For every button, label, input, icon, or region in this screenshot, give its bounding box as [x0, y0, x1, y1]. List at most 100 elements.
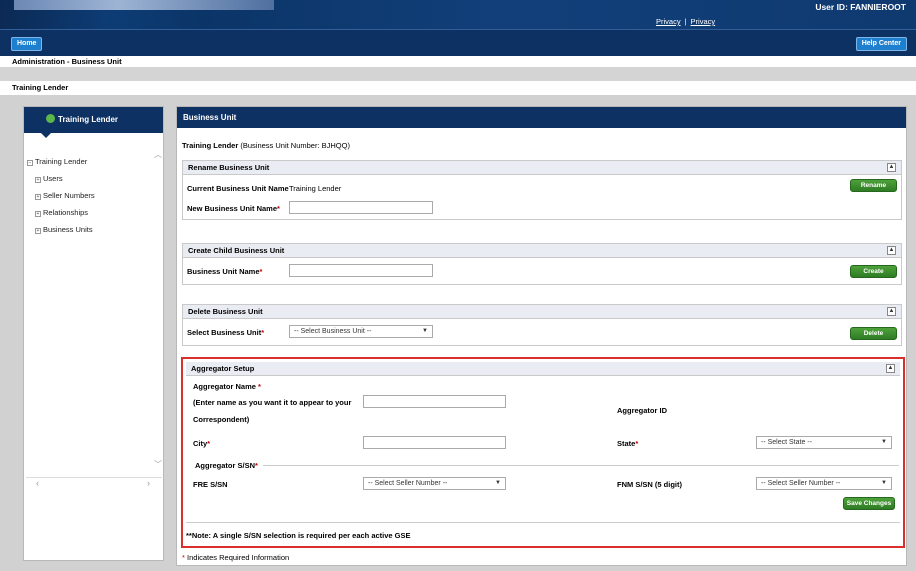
- aggregator-name-hint-2: Correspondent): [193, 415, 250, 424]
- collapse-section-icon[interactable]: ▲: [887, 163, 896, 172]
- scroll-down-icon[interactable]: ﹀: [154, 459, 162, 470]
- required-footnote: * Indicates Required Information: [182, 553, 289, 562]
- dropdown-arrow-icon: ▼: [495, 480, 501, 486]
- tree-item-users[interactable]: + Users: [35, 174, 63, 183]
- tree-item-label[interactable]: Users: [43, 174, 63, 183]
- create-section-title: Create Child Business Unit: [188, 246, 285, 255]
- collapse-section-icon[interactable]: ▲: [886, 364, 895, 373]
- dropdown-arrow-icon: ▼: [881, 480, 887, 486]
- ssn-divider: [263, 465, 899, 466]
- required-mark: *: [277, 204, 280, 213]
- city-input[interactable]: [363, 436, 506, 449]
- divider-bar: [0, 67, 916, 81]
- privacy-link-2[interactable]: Privacy: [691, 17, 716, 26]
- child-name-label: Business Unit Name*: [187, 267, 262, 276]
- fnm-ssn-select-value: -- Select Seller Number --: [761, 480, 841, 487]
- fnm-ssn-label: FNM S/SN (5 digit): [617, 480, 682, 489]
- rename-button[interactable]: Rename: [850, 179, 897, 192]
- aggregator-ssn-label: Aggregator S/SN*: [195, 461, 258, 470]
- new-name-label: New Business Unit Name*: [187, 204, 280, 213]
- tree-vertical-scrollbar[interactable]: ︿ ﹀: [152, 139, 163, 476]
- tree-horizontal-scrollbar[interactable]: ‹ ›: [26, 477, 162, 489]
- tree-item-label[interactable]: Business Units: [43, 225, 93, 234]
- fre-ssn-select[interactable]: -- Select Seller Number -- ▼: [363, 477, 506, 490]
- portal-logo: [14, 0, 274, 10]
- create-button[interactable]: Create: [850, 265, 897, 278]
- create-section: Create Child Business Unit ▲ Business Un…: [182, 243, 902, 285]
- business-unit-select[interactable]: -- Select Business Unit -- ▼: [289, 325, 433, 338]
- aggregator-name-label-text: Aggregator Name: [193, 382, 256, 391]
- state-select[interactable]: -- Select State -- ▼: [756, 436, 892, 449]
- nav-bar: Home Help Center: [0, 29, 916, 56]
- select-unit-label-text: Select Business Unit: [187, 328, 262, 337]
- help-center-button[interactable]: Help Center: [855, 37, 907, 51]
- tree-item-business-units[interactable]: + Business Units: [35, 225, 93, 234]
- left-tree-panel: Training Lender − Training Lender + Users …: [23, 106, 164, 561]
- business-unit-tree: − Training Lender + Users + Seller Numbers …: [24, 143, 152, 476]
- tree-item-relationships[interactable]: + Relationships: [35, 208, 88, 217]
- fnm-ssn-select[interactable]: -- Select Seller Number -- ▼: [756, 477, 892, 490]
- expand-icon[interactable]: +: [35, 177, 41, 183]
- save-changes-button[interactable]: Save Changes: [843, 497, 895, 510]
- delete-section-header: Delete Business Unit ▲: [183, 305, 901, 319]
- new-name-input[interactable]: [289, 201, 433, 214]
- state-label-text: State: [617, 439, 636, 448]
- expand-icon[interactable]: +: [35, 228, 41, 234]
- create-section-header: Create Child Business Unit ▲: [183, 244, 901, 258]
- scroll-up-icon[interactable]: ︿: [154, 149, 162, 160]
- tree-root[interactable]: − Training Lender: [27, 157, 87, 166]
- collapse-section-icon[interactable]: ▲: [887, 246, 896, 255]
- aggregator-id-label: Aggregator ID: [617, 406, 668, 415]
- breadcrumb: Administration - Business Unit: [0, 56, 916, 67]
- home-button[interactable]: Home: [11, 37, 43, 51]
- tree-root-label[interactable]: Training Lender: [35, 157, 87, 166]
- required-mark: *: [207, 439, 211, 448]
- aggregator-name-label: Aggregator Name *: [193, 382, 261, 391]
- page-title: Training Lender: [0, 81, 916, 95]
- user-id: User ID: FANNIEROOT: [815, 2, 906, 12]
- aggregator-note: **Note: A single S/SN selection is requi…: [186, 531, 411, 540]
- aggregator-setup-section: Aggregator Setup ▲ Aggregator Name * (En…: [181, 357, 905, 548]
- expand-icon[interactable]: +: [35, 194, 41, 200]
- dropdown-arrow-icon: ▼: [881, 439, 887, 445]
- top-header: Privacy | Privacy User ID: FANNIEROOT: [0, 0, 916, 29]
- state-select-value: -- Select State --: [761, 439, 812, 446]
- dropdown-arrow-icon: ▼: [422, 328, 428, 334]
- aggregator-name-input[interactable]: [363, 395, 506, 408]
- left-panel-title: Training Lender: [58, 115, 119, 124]
- expand-icon[interactable]: +: [35, 211, 41, 217]
- left-panel-header: Training Lender: [24, 107, 163, 138]
- tree-item-label[interactable]: Seller Numbers: [43, 191, 95, 200]
- refresh-icon: [46, 114, 55, 123]
- aggregator-section-title: Aggregator Setup: [191, 364, 255, 373]
- tree-item-label[interactable]: Relationships: [43, 208, 88, 217]
- collapse-icon[interactable]: −: [27, 160, 33, 166]
- business-unit-number: (Business Unit Number: BJHQQ): [240, 141, 350, 150]
- aggregator-name-hint-1: (Enter name as you want it to appear to …: [193, 398, 352, 407]
- child-name-input[interactable]: [289, 264, 433, 277]
- business-unit-select-value: -- Select Business Unit --: [294, 328, 372, 335]
- city-label: City*: [193, 439, 210, 448]
- fre-ssn-select-value: -- Select Seller Number --: [368, 480, 448, 487]
- privacy-separator: |: [684, 17, 687, 26]
- business-unit-name: Training Lender: [182, 141, 239, 150]
- aggregator-ssn-label-text: Aggregator S/SN: [195, 461, 256, 470]
- collapse-section-icon[interactable]: ▲: [887, 307, 896, 316]
- required-mark: *: [255, 461, 258, 470]
- state-label: State*: [617, 439, 638, 448]
- required-footnote-text: Indicates Required Information: [187, 553, 290, 562]
- delete-button[interactable]: Delete: [850, 327, 897, 340]
- current-name-value: Training Lender: [289, 184, 342, 193]
- delete-section-title: Delete Business Unit: [188, 307, 263, 316]
- scroll-right-icon[interactable]: ›: [147, 478, 150, 488]
- delete-section: Delete Business Unit ▲ Select Business U…: [182, 304, 902, 346]
- scroll-left-icon[interactable]: ‹: [36, 478, 39, 488]
- required-mark: *: [261, 328, 265, 337]
- required-mark: *: [182, 553, 185, 562]
- city-label-text: City: [193, 439, 208, 448]
- privacy-link-1[interactable]: Privacy: [656, 17, 681, 26]
- privacy-links: Privacy | Privacy: [656, 17, 715, 26]
- tree-item-seller-numbers[interactable]: + Seller Numbers: [35, 191, 95, 200]
- new-name-label-text: New Business Unit Name: [187, 204, 278, 213]
- business-unit-panel: Business Unit Training Lender (Business …: [176, 106, 907, 566]
